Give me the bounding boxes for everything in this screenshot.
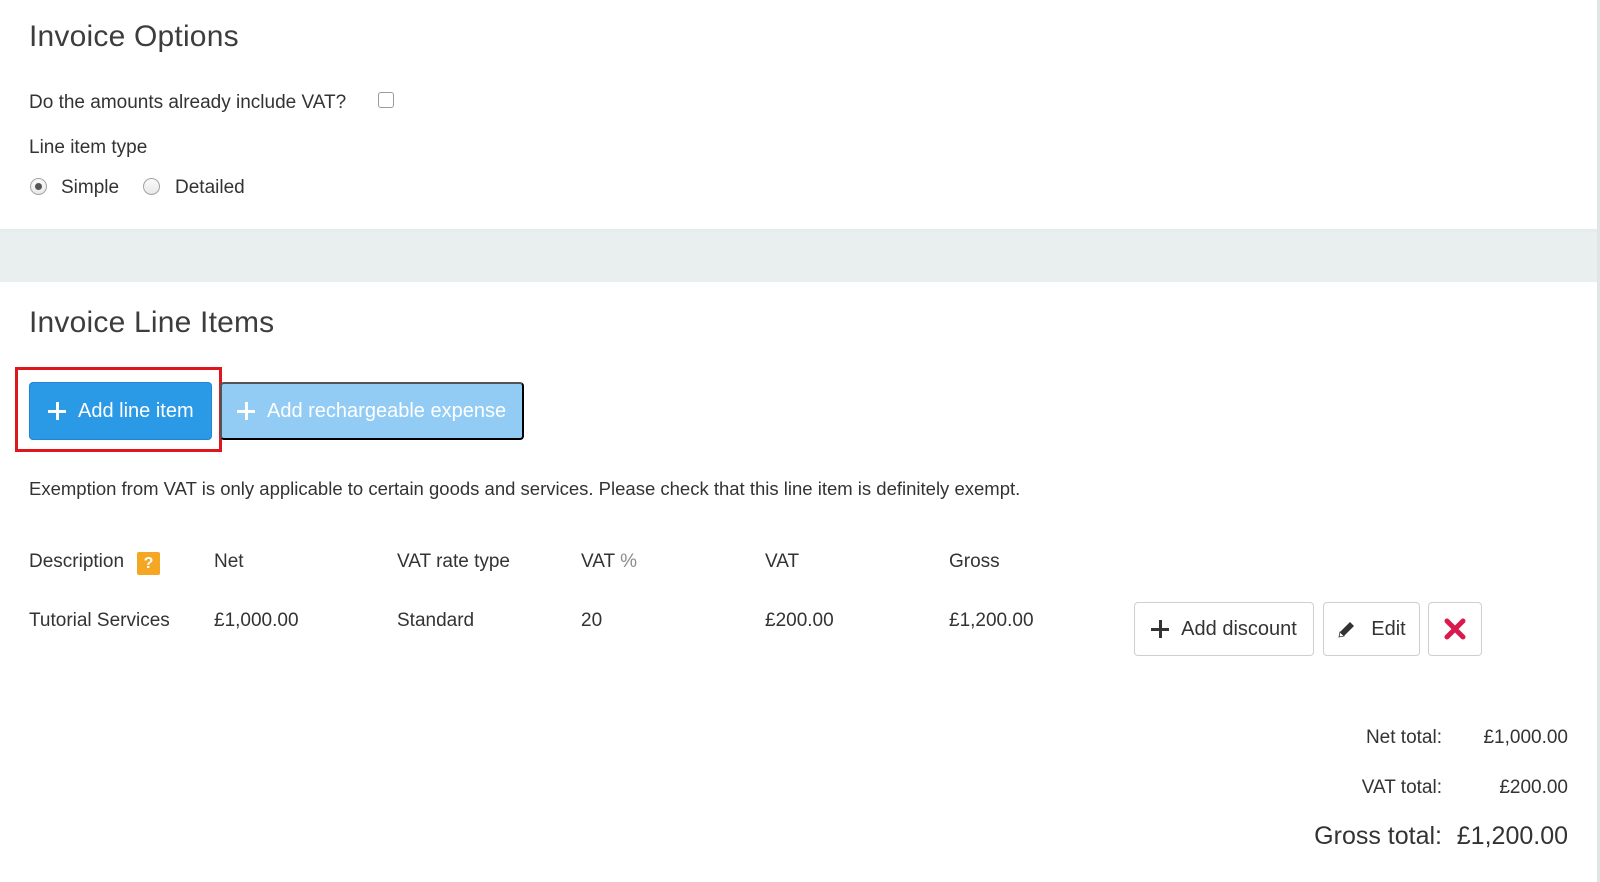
add-rechargeable-expense-label: Add rechargeable expense bbox=[267, 399, 507, 422]
cell-vat: £200.00 bbox=[765, 610, 834, 631]
col-net: Net bbox=[214, 551, 244, 572]
cell-net: £1,000.00 bbox=[214, 610, 299, 631]
plus-icon bbox=[1151, 620, 1170, 638]
gross-total-label: Gross total: bbox=[1314, 822, 1442, 850]
section-divider bbox=[0, 232, 1597, 282]
delete-button[interactable] bbox=[1428, 602, 1482, 656]
vat-included-checkbox[interactable] bbox=[378, 92, 394, 108]
cell-vat-percent: 20 bbox=[581, 610, 603, 631]
plus-icon bbox=[48, 402, 66, 420]
add-discount-button[interactable]: Add discount bbox=[1134, 602, 1314, 656]
net-total-label: Net total: bbox=[1365, 727, 1442, 748]
plus-icon bbox=[237, 402, 255, 420]
col-vat-rate-type: VAT rate type bbox=[397, 551, 510, 572]
close-icon bbox=[1444, 618, 1466, 640]
invoice-options-panel: Invoice Options Do the amounts already i… bbox=[0, 0, 1597, 232]
col-vat-percent: VAT % bbox=[581, 551, 637, 573]
radio-simple[interactable] bbox=[30, 178, 47, 195]
col-vat-percent-label: VAT bbox=[581, 551, 615, 572]
col-description: Description bbox=[29, 551, 125, 572]
add-rechargeable-expense-button[interactable]: Add rechargeable expense bbox=[220, 382, 524, 440]
net-total-value: £1,000.00 bbox=[1483, 727, 1568, 748]
cell-gross: £1,200.00 bbox=[949, 610, 1034, 631]
col-gross: Gross bbox=[949, 551, 1000, 572]
gross-total-value: £1,200.00 bbox=[1456, 822, 1568, 850]
invoice-options-title: Invoice Options bbox=[29, 20, 239, 53]
edit-label: Edit bbox=[1371, 617, 1406, 640]
invoice-line-items-panel bbox=[0, 282, 1597, 882]
radio-detailed-label[interactable]: Detailed bbox=[175, 177, 245, 199]
radio-detailed[interactable] bbox=[143, 178, 160, 195]
vat-total-value: £200.00 bbox=[1499, 777, 1568, 798]
help-icon[interactable]: ? bbox=[137, 552, 160, 575]
radio-simple-label[interactable]: Simple bbox=[61, 177, 119, 199]
cell-description: Tutorial Services bbox=[29, 610, 170, 631]
invoice-line-items-title: Invoice Line Items bbox=[29, 306, 275, 339]
vat-included-label: Do the amounts already include VAT? bbox=[29, 92, 347, 113]
pencil-icon bbox=[1338, 622, 1355, 638]
cell-vat-rate-type: Standard bbox=[397, 610, 475, 631]
vat-exemption-note: Exemption from VAT is only applicable to… bbox=[29, 478, 1021, 499]
col-vat-percent-symbol: % bbox=[620, 551, 637, 572]
add-discount-label: Add discount bbox=[1181, 617, 1297, 640]
line-item-type-label: Line item type bbox=[29, 137, 148, 158]
add-line-item-label: Add line item bbox=[78, 399, 194, 422]
col-vat: VAT bbox=[765, 551, 800, 572]
add-line-item-button[interactable]: Add line item bbox=[29, 382, 212, 440]
invoice-page: Invoice Options Do the amounts already i… bbox=[0, 0, 1600, 882]
vat-total-label: VAT total: bbox=[1361, 777, 1442, 798]
edit-button[interactable]: Edit bbox=[1323, 602, 1420, 656]
